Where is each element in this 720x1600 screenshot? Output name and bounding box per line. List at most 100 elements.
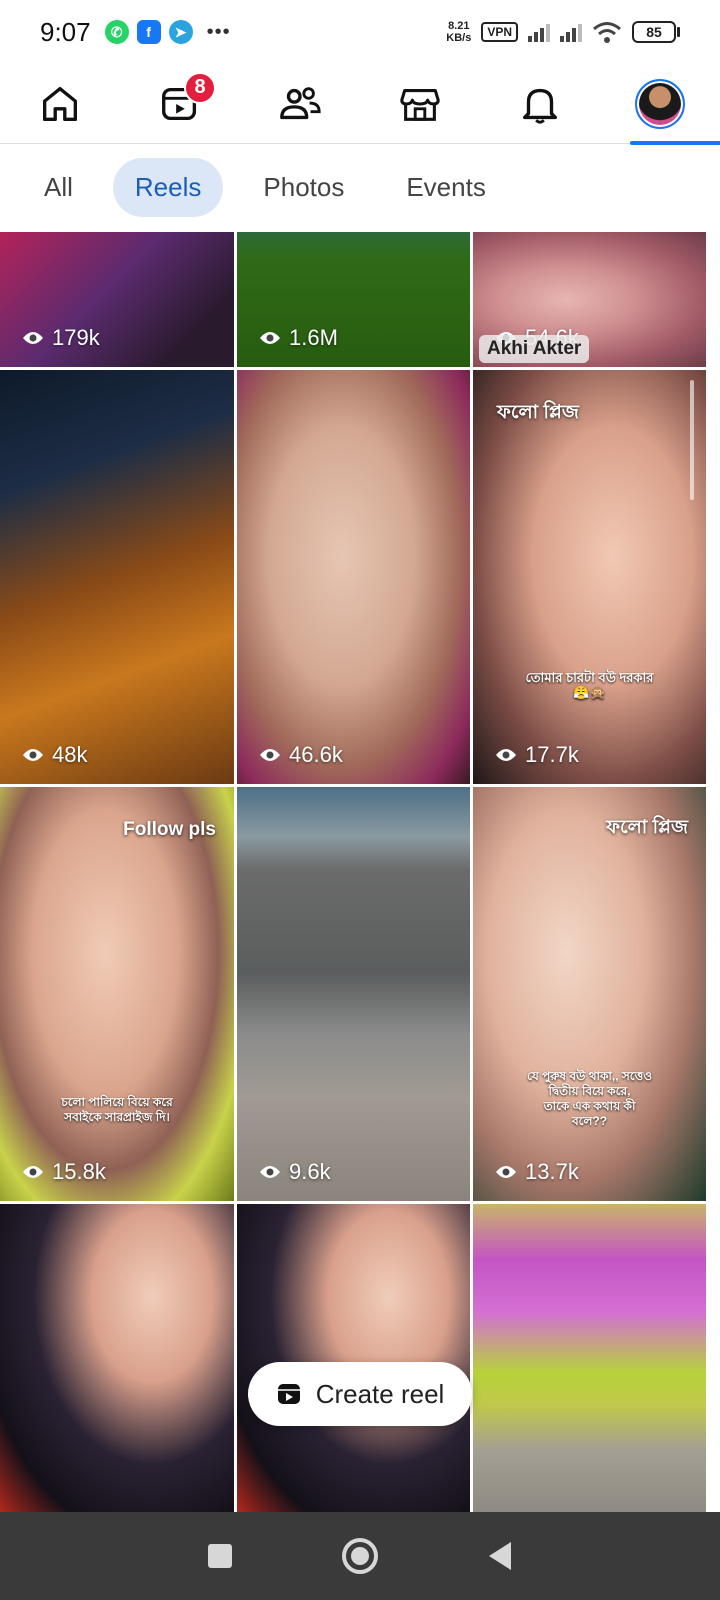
- nav-profile[interactable]: [620, 64, 720, 145]
- reel-caption-line: তোমার চারটা বউ দরকার: [525, 670, 654, 685]
- reel-tile[interactable]: 9.6k: [237, 787, 470, 1201]
- view-count: 48k: [22, 742, 87, 768]
- nav-marketplace[interactable]: [380, 64, 460, 144]
- reel-thumbnail: [473, 787, 706, 1201]
- back-button[interactable]: [470, 1526, 530, 1586]
- network-speed: 8.21 KB/s: [446, 20, 471, 44]
- reel-tile[interactable]: 48k: [0, 370, 234, 784]
- view-count: 9.6k: [259, 1159, 331, 1185]
- vpn-badge: VPN: [481, 22, 518, 42]
- telegram-icon: ➤: [168, 20, 193, 44]
- chip-reels[interactable]: Reels: [112, 158, 224, 217]
- back-triangle-icon: [489, 1542, 511, 1570]
- reel-caption: যে পুরুষ বউ থাকা,, সত্তেও দ্বিতীয় বিয়ে…: [491, 1069, 688, 1129]
- square-icon: [208, 1544, 232, 1568]
- reel-thumbnail: [473, 1204, 706, 1512]
- status-indicators: 8.21 KB/s VPN 85: [446, 20, 680, 44]
- reel-top-text: ফলো প্লিজ: [606, 817, 688, 838]
- friends-icon: [280, 86, 321, 119]
- nav-active-indicator: [630, 140, 720, 145]
- chip-all[interactable]: All: [22, 158, 95, 217]
- eye-icon: [260, 332, 280, 344]
- status-bar: 9:07 ✆ f ➤ ••• 8.21 KB/s VPN 85: [0, 0, 720, 64]
- profile-avatar: [635, 78, 685, 129]
- view-count: 17.7k: [495, 742, 579, 768]
- reel-tile[interactable]: 179k: [0, 232, 234, 367]
- reel-tile[interactable]: [473, 1204, 706, 1512]
- system-nav-bar: [0, 1512, 720, 1600]
- reel-caption-line: চলো পালিয়ে বিয়ে করে: [61, 1095, 173, 1109]
- eye-icon: [260, 749, 280, 761]
- battery-icon: 85: [632, 21, 680, 43]
- status-time: 9:07: [40, 16, 91, 47]
- reel-tile[interactable]: ফলো প্লিজ তোমার চারটা বউ দরকার 😤🙊 17.7k: [473, 370, 706, 784]
- signal-2-icon: [560, 22, 582, 42]
- view-count-value: 179k: [52, 325, 100, 350]
- reel-tile[interactable]: [0, 1204, 234, 1512]
- reel-tile[interactable]: 1.6M: [237, 232, 470, 367]
- scrollbar-thumb[interactable]: [690, 380, 694, 500]
- network-speed-unit: KB/s: [446, 32, 472, 44]
- nav-home[interactable]: [20, 64, 100, 144]
- create-reel-button[interactable]: Create reel: [248, 1362, 472, 1426]
- reel-thumbnail: [237, 787, 470, 1201]
- reel-thumbnail: [0, 370, 234, 784]
- view-count: 15.8k: [22, 1159, 106, 1185]
- view-count-value: 46.6k: [289, 742, 343, 767]
- reel-thumbnail: [237, 1204, 470, 1512]
- chip-events[interactable]: Events: [384, 158, 508, 217]
- eye-icon: [23, 749, 43, 761]
- eye-icon: [260, 1166, 280, 1178]
- nav-notifications[interactable]: [500, 64, 580, 144]
- reel-caption: তোমার চারটা বউ দরকার 😤🙊: [491, 670, 688, 700]
- view-count-value: 13.7k: [525, 1159, 579, 1184]
- top-nav: 8: [0, 64, 720, 145]
- circle-icon: [342, 1538, 378, 1574]
- nav-reels[interactable]: 8: [140, 64, 220, 144]
- eye-icon: [496, 1166, 516, 1178]
- reel-tile[interactable]: 54.6k Akhi Akter: [473, 232, 706, 367]
- reel-caption-line: 😤🙊: [573, 685, 606, 700]
- chip-photos[interactable]: Photos: [241, 158, 366, 217]
- reel-caption-line: দ্বিতীয় বিয়ে করে,: [548, 1084, 631, 1098]
- view-count-value: 9.6k: [289, 1159, 331, 1184]
- more-notifications-icon: •••: [206, 20, 231, 43]
- filter-tabs: All Reels Photos Events: [0, 145, 720, 230]
- create-reel-label: Create reel: [315, 1378, 445, 1409]
- wifi-icon: [593, 22, 621, 43]
- reel-thumbnail: [0, 1204, 234, 1512]
- eye-icon: [23, 1166, 43, 1178]
- reels-icon: [277, 1384, 300, 1404]
- view-count: 179k: [22, 325, 100, 351]
- reel-top-text: Follow pls: [123, 819, 216, 840]
- reels-badge: 8: [184, 71, 216, 104]
- signal-1-icon: [528, 22, 550, 42]
- reel-thumbnail: [473, 370, 706, 784]
- reel-caption-line: তাকে এক কথায় কী: [543, 1099, 636, 1113]
- status-app-icons: ✆ f ➤ •••: [104, 20, 231, 44]
- eye-icon: [496, 749, 516, 761]
- reel-tile[interactable]: [237, 1204, 470, 1512]
- reel-caption-line: সবাইকে সারপ্রাইজ দি।: [64, 1110, 170, 1124]
- reel-thumbnail: [237, 370, 470, 784]
- reel-caption-line: যে পুরুষ বউ থাকা,, সত্তেও: [526, 1069, 653, 1083]
- reel-top-text: ফলো প্লিজ: [497, 402, 579, 423]
- recents-button[interactable]: [190, 1526, 250, 1586]
- eye-icon: [23, 332, 43, 344]
- view-count-value: 48k: [52, 742, 88, 767]
- reel-tile[interactable]: ফলো প্লিজ যে পুরুষ বউ থাকা,, সত্তেও দ্বি…: [473, 787, 706, 1201]
- notifications-icon: [522, 88, 558, 124]
- view-count: 13.7k: [495, 1159, 579, 1185]
- reel-tile[interactable]: 46.6k: [237, 370, 470, 784]
- home-icon: [42, 86, 78, 121]
- reels-grid: 179k 1.6M 54.6k Akhi Akter 48k 46.6k: [0, 232, 720, 1512]
- home-button[interactable]: [330, 1526, 390, 1586]
- reel-caption-line: বলে??: [571, 1114, 608, 1128]
- reel-tile[interactable]: Follow pls চলো পালিয়ে বিয়ে করে সবাইকে …: [0, 787, 234, 1201]
- marketplace-icon: [400, 88, 440, 121]
- view-count: 46.6k: [259, 742, 343, 768]
- whatsapp-icon: ✆: [104, 20, 129, 44]
- nav-friends[interactable]: [260, 64, 340, 144]
- battery-level: 85: [632, 21, 676, 43]
- network-speed-value: 8.21: [448, 20, 470, 32]
